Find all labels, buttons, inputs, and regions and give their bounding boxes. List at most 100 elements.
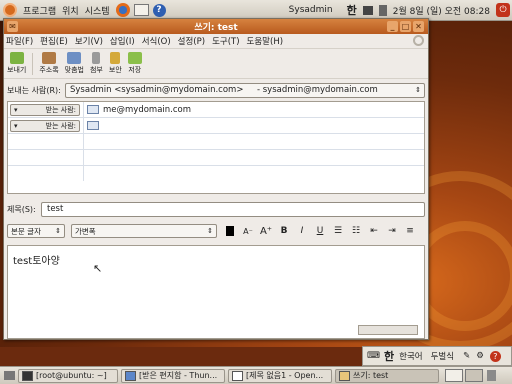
preferences-icon[interactable]: ⚙ (476, 351, 484, 361)
send-button[interactable]: 보내기 (7, 52, 26, 75)
menu-view[interactable]: 보기(V) (75, 35, 103, 47)
menu-places[interactable]: 위치 (62, 4, 79, 17)
text-color-button[interactable] (223, 224, 237, 238)
help-icon[interactable]: ? (152, 3, 166, 17)
recipient-row-empty[interactable] (8, 134, 424, 150)
from-label: 보내는 사람(R): (7, 85, 61, 95)
recipient-type-cell (8, 150, 84, 165)
menu-edit[interactable]: 편집(E) (40, 35, 68, 47)
ime-hangul[interactable]: 한 (384, 348, 394, 364)
menu-help[interactable]: 도움말(H) (247, 35, 283, 47)
network-icon[interactable] (378, 4, 387, 16)
spelling-button[interactable]: 맞춤법 (65, 52, 84, 75)
recipient-type-cell (8, 166, 84, 181)
font-smaller-button[interactable]: A⁻ (241, 224, 255, 238)
bullet-list-icon[interactable]: ☰ (331, 224, 345, 238)
power-icon[interactable]: ⏻ (496, 3, 510, 17)
recipient-type-select[interactable]: ▾ 받는 사람: (10, 119, 80, 132)
ime-language[interactable]: 한국어 (399, 350, 422, 362)
menu-options[interactable]: 설정(P) (178, 35, 205, 47)
align-icon[interactable]: ≡ (403, 224, 417, 238)
indent-icon[interactable]: ⇥ (385, 224, 399, 238)
recipient-row-empty[interactable] (8, 150, 424, 166)
outdent-icon[interactable]: ⇤ (367, 224, 381, 238)
subject-row: 제목(S): test (7, 201, 425, 217)
menu-bar: 파일(F) 편집(E) 보기(V) 삽입(I) 서식(O) 설정(P) 도구(T… (4, 34, 428, 49)
settings-icon[interactable]: ✎ (463, 351, 470, 361)
font-select[interactable]: 가변폭 ⇕ (71, 224, 217, 238)
user-name[interactable]: Sysadmin (289, 5, 333, 15)
mail-icon[interactable] (133, 4, 149, 16)
italic-button[interactable]: I (295, 224, 309, 238)
thunderbird-icon (125, 370, 136, 381)
mouse-pointer-icon: ↖ (93, 262, 103, 275)
compose-icon (339, 370, 350, 381)
menu-tools[interactable]: 도구(T) (212, 35, 239, 47)
address-book-button[interactable]: 주소록 (39, 52, 59, 75)
task-label: [제목 없음1 - Open... (246, 371, 324, 380)
recipient-address-field[interactable] (84, 166, 424, 181)
close-button[interactable]: ✕ (413, 21, 424, 32)
maximize-button[interactable]: □ (400, 21, 411, 32)
numbered-list-icon[interactable]: ☷ (349, 224, 363, 238)
security-button[interactable]: 보안 (109, 52, 122, 75)
ime-keyboard-layout[interactable]: 두벌식 (431, 350, 454, 362)
from-select[interactable]: Sysadmin <sysadmin@mydomain.com> - sysad… (65, 82, 425, 98)
menu-applications[interactable]: 프로그램 (23, 4, 56, 17)
spelling-icon (67, 52, 82, 64)
keyboard-icon[interactable]: ⌨ (367, 351, 380, 361)
recipient-row-empty[interactable] (8, 166, 424, 181)
recipient-type-cell: ▾ 받는 사람: (8, 118, 84, 133)
input-method-tray: ⌨ 한 한국어 두벌식 ✎ ⚙ ? (362, 346, 512, 366)
title-bar[interactable]: ✉ 쓰기: test _ □ ✕ (4, 19, 428, 34)
compose-window: ✉ 쓰기: test _ □ ✕ 파일(F) 편집(E) 보기(V) 삽입(I)… (3, 18, 429, 340)
recipient-type-select[interactable]: ▾ 받는 사람: (10, 103, 80, 116)
attach-button[interactable]: 첨부 (90, 52, 103, 75)
chevron-updown-icon: ⇕ (415, 86, 421, 94)
window-menu-icon[interactable]: ✉ (7, 21, 18, 32)
font-larger-button[interactable]: A⁺ (259, 224, 273, 238)
format-toolbar: 본문 글자 ⇕ 가변폭 ⇕ A⁻ A⁺ B I U ☰ ☷ ⇤ ⇥ ≡ (7, 223, 425, 239)
font-value: 가변폭 (75, 226, 96, 236)
ubuntu-logo-icon[interactable] (3, 3, 17, 17)
recipient-type-label: 받는 사람: (45, 105, 76, 114)
toolbar-separator (32, 52, 34, 75)
task-terminal[interactable]: [root@ubuntu: ~] (18, 368, 118, 383)
task-thunderbird[interactable]: [받은 편지함 - Thun... (121, 368, 225, 383)
menu-format[interactable]: 서식(O) (142, 35, 171, 47)
subject-label: 제목(S): (7, 204, 36, 214)
firefox-icon[interactable] (115, 3, 130, 17)
recipient-address-field[interactable]: me@mydomain.com (84, 102, 424, 117)
trash-icon[interactable] (487, 370, 496, 381)
lock-icon (110, 52, 121, 64)
menu-file[interactable]: 파일(F) (6, 35, 33, 47)
show-desktop-icon[interactable] (4, 371, 15, 380)
recipient-address-field[interactable] (84, 134, 424, 149)
taskbar: [root@ubuntu: ~] [받은 편지함 - Thun... [제목 없… (0, 366, 512, 384)
menu-system[interactable]: 시스템 (85, 4, 110, 17)
recipients-list: ▾ 받는 사람: me@mydomain.com ▾ 받는 사람: (7, 101, 425, 194)
task-compose[interactable]: 쓰기: test (335, 368, 439, 383)
recipient-type-label: 받는 사람: (45, 121, 76, 130)
workspace-1[interactable] (445, 369, 463, 382)
workspace-2[interactable] (465, 369, 483, 382)
save-button[interactable]: 저장 (127, 52, 142, 75)
recipient-address-field[interactable] (84, 118, 424, 133)
task-label: [root@ubuntu: ~] (36, 371, 107, 380)
bold-button[interactable]: B (277, 224, 291, 238)
help-icon[interactable]: ? (489, 350, 501, 362)
subject-input[interactable]: test (41, 201, 425, 217)
task-openoffice[interactable]: [제목 없음1 - Open... (228, 368, 332, 383)
ime-indicator[interactable]: 한 (347, 2, 357, 18)
terminal-icon (22, 370, 33, 381)
menu-insert[interactable]: 삽입(I) (110, 35, 135, 47)
toolbar: 보내기 주소록 맞춤법 첨부 보안 저장 (4, 49, 428, 79)
datetime[interactable]: 2월 8일 (일) 오전 08:28 (393, 4, 490, 17)
chevron-down-icon: ▾ (14, 105, 18, 114)
minimize-button[interactable]: _ (387, 21, 398, 32)
underline-button[interactable]: U (313, 224, 327, 238)
paragraph-format-select[interactable]: 본문 글자 ⇕ (7, 224, 65, 238)
recipient-address-field[interactable] (84, 150, 424, 165)
document-icon (232, 370, 243, 381)
monitor-icon[interactable] (362, 5, 373, 15)
